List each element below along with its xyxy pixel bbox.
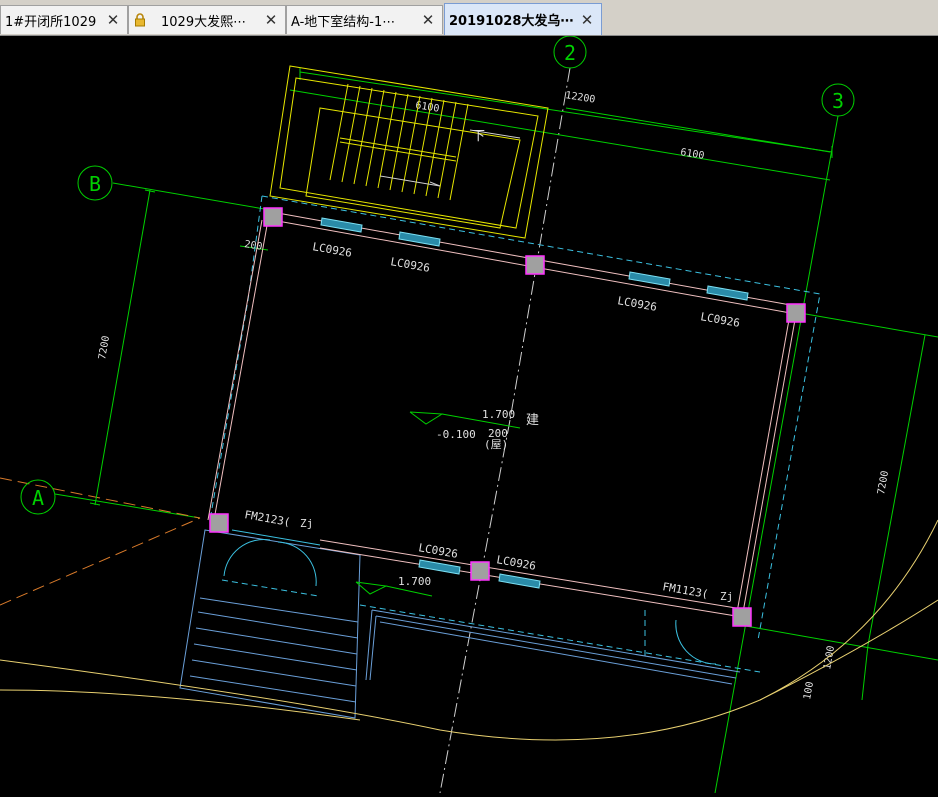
tab-label: 1#开闭所1029 [5,14,97,30]
dim-wall: 200 [244,239,264,253]
elevation-ground: -0.100 [436,428,476,441]
floor-plan-drawing: 2 3 B A 12200 6100 6100 7200 7200 1200 1… [0,35,938,794]
column [732,607,752,627]
cad-drawing-canvas[interactable]: 2 3 B A 12200 6100 6100 7200 7200 1200 1… [0,35,938,794]
window-label: LC0926 [389,255,430,275]
door-label: FM2123( [243,508,291,529]
column [209,513,229,533]
elevation-entry: 1.700 [398,575,431,588]
tab-label: A-地下室结构-1⋯ [291,14,396,30]
dim-bottom-small: 100 [802,681,816,701]
dimension-texts: 12200 6100 6100 7200 7200 1200 100 200 [97,90,891,700]
axis-bubble-3: 3 [821,83,855,117]
axis-label-2: 2 [564,41,576,65]
close-icon[interactable]: ✕ [420,12,436,28]
column [470,561,490,581]
door-symbols [223,539,717,665]
window-lc0926 [628,271,671,287]
document-tab-bar: 1#开闭所1029 ✕ 1029大发熙⋯ ✕ A-地下室结构-1⋯ ✕ 2019… [0,0,938,36]
axis-bubble-a: A [20,479,56,515]
close-icon[interactable]: ✕ [105,12,121,28]
tab-dafawu-active[interactable]: 20191028大发乌⋯ ✕ [444,3,602,35]
door-label: FM1123( [661,580,709,601]
axis-label-b: B [89,172,101,196]
window-label: LC0926 [417,541,458,561]
entrance-steps [179,529,741,719]
axis-bubble-b: B [77,165,113,201]
column [786,303,806,323]
tab-label: 1029大发熙⋯ [161,14,247,30]
window-labels: LC0926 LC0926 LC0926 LC0926 LC0926 LC092… [311,240,740,573]
elevation-roof: 1.700 [482,408,515,421]
site-curves [0,519,938,741]
axis-bubble-2: 2 [553,35,587,69]
tab-dixiashi[interactable]: A-地下室结构-1⋯ ✕ [286,5,443,34]
dim-right-vertical: 7200 [876,470,891,496]
dimension-lines [89,68,926,701]
door-tag: Zj [720,590,733,603]
close-icon[interactable]: ✕ [263,12,279,28]
window-label: LC0926 [616,294,657,314]
stair-block [269,65,549,239]
door-tag: Zj [300,517,313,530]
tab-label: 20191028大发乌⋯ [449,14,574,29]
axis-label-a: A [32,486,44,510]
dim-left-vertical: 7200 [97,335,112,361]
window-label: LC0926 [699,310,740,330]
column [263,207,283,227]
room-text-paren: (屋) [484,438,508,451]
room-text-main: 建 [526,413,539,428]
window-label: LC0926 [311,240,352,260]
tab-daxfaxi[interactable]: 1029大发熙⋯ ✕ [128,5,286,34]
window-lc0926 [498,573,541,589]
column [525,255,545,275]
door-labels: FM2123( Zj FM1123( Zj [243,508,733,603]
window-lc0926 [706,285,749,301]
stair-direction-label: 下 [472,129,485,144]
tab-kaibisuo[interactable]: 1#开闭所1029 ✕ [0,5,128,34]
axis-label-3: 3 [832,89,844,113]
dim-right-span: 6100 [680,147,706,162]
close-icon[interactable]: ✕ [579,12,595,28]
dim-top-total: 12200 [565,90,596,106]
lock-icon [135,13,145,27]
